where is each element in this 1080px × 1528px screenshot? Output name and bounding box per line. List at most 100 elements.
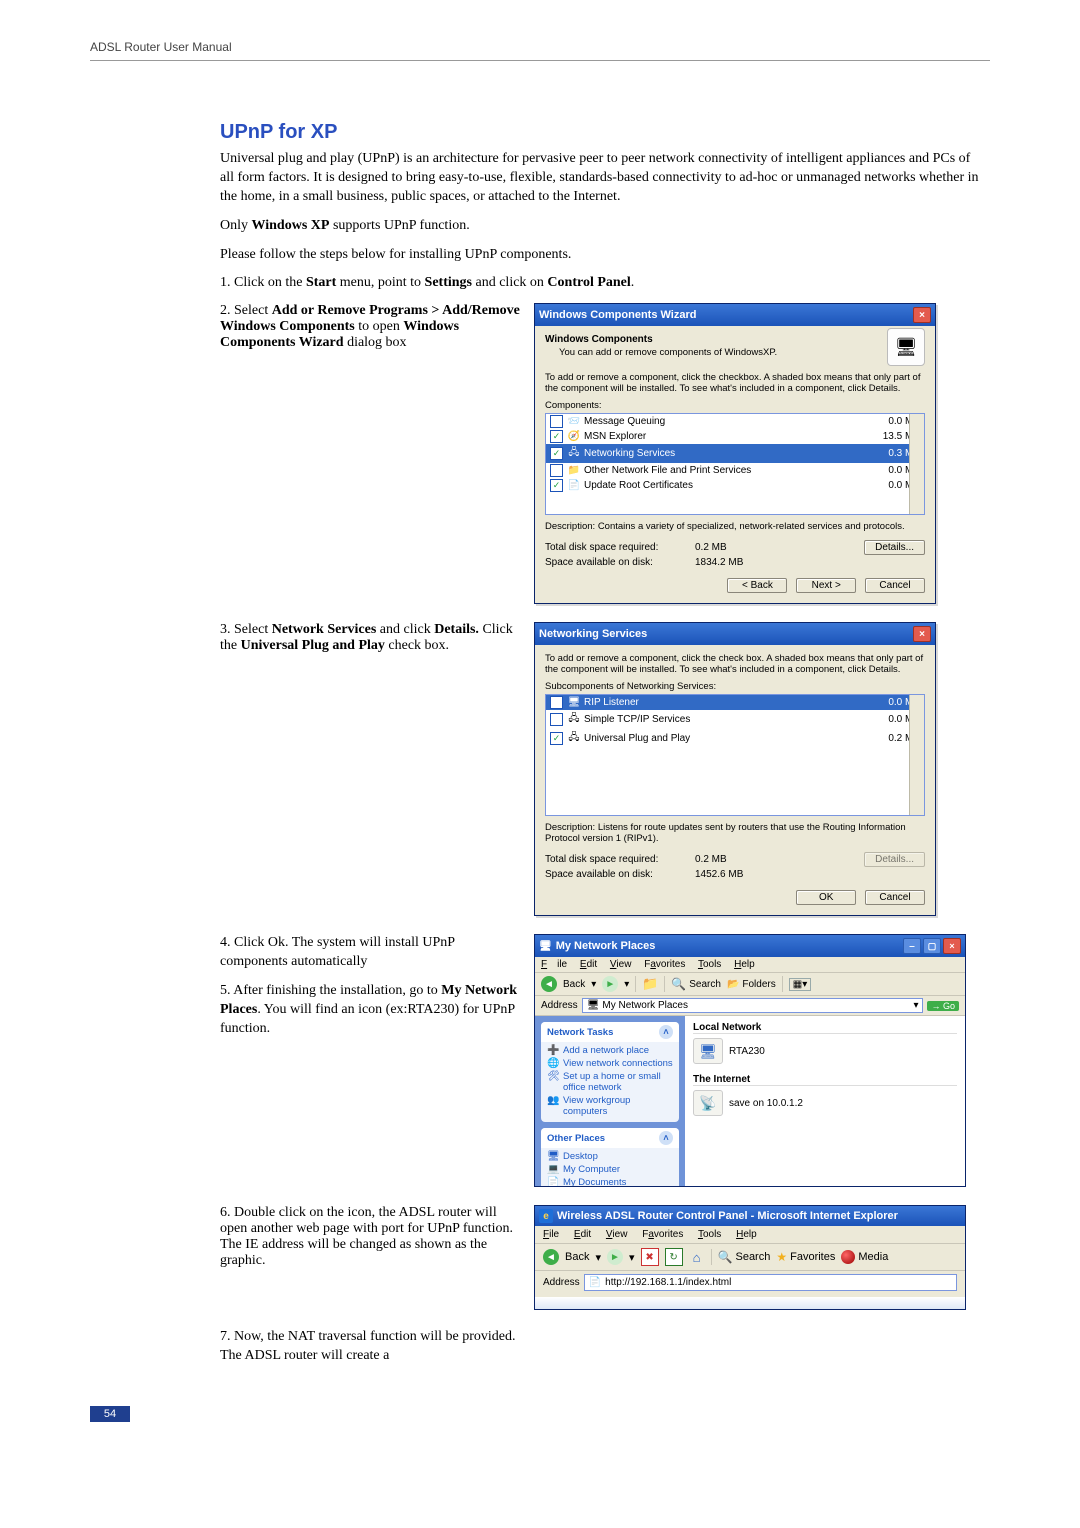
sidebar-item[interactable]: ➕Add a network place — [547, 1044, 673, 1057]
intro-paragraph-1: Universal plug and play (UPnP) is an arc… — [220, 150, 980, 207]
cancel-button[interactable]: Cancel — [865, 890, 925, 905]
components-label: Components: — [545, 400, 925, 411]
device-rta230[interactable]: 🖥RTA230 — [693, 1038, 957, 1064]
group-local-network: Local Network — [693, 1022, 957, 1034]
favorites-button[interactable]: ★Favorites — [776, 1250, 835, 1264]
setup-net-icon: 🛠 — [547, 1071, 559, 1082]
back-icon[interactable]: ◄ — [541, 976, 557, 992]
next-button[interactable]: Next > — [796, 578, 856, 593]
simple-tcpip-icon: 🖧 — [567, 711, 581, 728]
folder-icon: 🖥 — [539, 941, 552, 952]
my-computer-icon: 💻 — [547, 1164, 559, 1175]
checkbox[interactable] — [550, 713, 563, 726]
menu-file: File — [541, 959, 567, 970]
disk-required-value: 0.2 MB — [695, 542, 775, 553]
refresh-icon[interactable]: ↻ — [665, 1248, 683, 1266]
checkbox[interactable] — [550, 415, 563, 428]
components-list[interactable]: 📨Message Queuing0.0 MB 🧭MSN Explorer13.5… — [545, 413, 925, 515]
minimize-icon[interactable]: ‒ — [903, 938, 921, 954]
forward-icon[interactable]: ► — [607, 1249, 623, 1265]
sidebar-item[interactable]: 🌐View network connections — [547, 1057, 673, 1070]
sidebar-item[interactable]: 🖥Desktop — [547, 1150, 673, 1163]
maximize-icon[interactable]: ▢ — [923, 938, 941, 954]
details-button[interactable]: Details... — [864, 540, 925, 555]
home-icon[interactable]: ⌂ — [689, 1249, 705, 1265]
sidebar-item[interactable]: 📄My Documents — [547, 1176, 673, 1186]
subcomponents-label: Subcomponents of Networking Services: — [545, 681, 925, 692]
window-title: My Network Places — [556, 940, 903, 952]
step-3: 3. Select Network Services and click Det… — [220, 622, 520, 654]
folders-icon: 📂 — [727, 979, 739, 990]
menu-help: Help — [736, 1229, 757, 1240]
checkbox[interactable] — [550, 464, 563, 477]
media-button[interactable]: Media — [841, 1250, 888, 1264]
step-1: 1. Click on the Start menu, point to Set… — [220, 274, 980, 293]
menu-tools: Tools — [698, 959, 721, 970]
close-icon[interactable]: × — [913, 626, 931, 642]
explorer-main: Local Network 🖥RTA230 The Internet 📡save… — [685, 1016, 965, 1186]
dialog-subtext: You can add or remove components of Wind… — [559, 347, 925, 358]
my-documents-icon: 📄 — [547, 1177, 559, 1186]
toolbar[interactable]: ◄ Back▾ ►▾ 📁 🔍Search 📂Folders ▦▾ — [535, 973, 965, 996]
msn-explorer-icon: 🧭 — [567, 431, 581, 442]
stop-icon[interactable]: ✖ — [641, 1248, 659, 1266]
dialog-hint: To add or remove a component, click the … — [545, 372, 925, 394]
folders-button[interactable]: 📂Folders — [727, 979, 776, 990]
checkbox[interactable] — [550, 447, 563, 460]
chevron-up-icon[interactable]: ˄ — [659, 1025, 673, 1039]
ok-button[interactable]: OK — [796, 890, 856, 905]
sidebar-item[interactable]: 👥View workgroup computers — [547, 1094, 673, 1118]
checkbox[interactable] — [550, 696, 563, 709]
section-title: UPnP for XP — [220, 121, 980, 144]
intro-paragraph-3: Please follow the steps below for instal… — [220, 246, 980, 265]
network-tasks-panel: Network Tasks˄ ➕Add a network place 🌐Vie… — [541, 1022, 679, 1122]
checkbox[interactable] — [550, 479, 563, 492]
desktop-icon: 🖥 — [547, 1151, 559, 1162]
url-text: http://192.168.1.1/index.html — [605, 1277, 731, 1288]
device-save[interactable]: 📡save on 10.0.1.2 — [693, 1090, 957, 1116]
subcomponents-list[interactable]: 🖥RIP Listener0.0 MB 🖧Simple TCP/IP Servi… — [545, 694, 925, 816]
address-bar[interactable]: Address 🖥My Network Places▾ → Go — [535, 996, 965, 1016]
search-button[interactable]: 🔍Search — [718, 1250, 771, 1264]
ie-window-snippet: e Wireless ADSL Router Control Panel - M… — [534, 1205, 966, 1310]
search-icon: 🔍 — [671, 977, 686, 991]
sidebar-item[interactable]: 💻My Computer — [547, 1163, 673, 1176]
close-icon[interactable]: × — [943, 938, 961, 954]
star-icon: ★ — [776, 1250, 787, 1264]
media-icon — [841, 1250, 855, 1264]
cancel-button[interactable]: Cancel — [865, 578, 925, 593]
device-icon: 🖥 — [693, 1038, 723, 1064]
address-bar[interactable]: Address 📄http://192.168.1.1/index.html — [535, 1271, 965, 1297]
checkbox[interactable] — [550, 430, 563, 443]
menu-bar[interactable]: File Edit View Favorites Tools Help — [535, 957, 965, 973]
ie-icon: e — [539, 1209, 553, 1223]
chevron-up-icon[interactable]: ˄ — [659, 1131, 673, 1145]
menu-file: File — [543, 1229, 559, 1240]
menu-favorites: Favorites — [642, 1229, 683, 1240]
menu-favorites: Favorites — [644, 959, 685, 970]
menu-bar[interactable]: File Edit View Favorites Tools Help — [535, 1226, 965, 1244]
up-icon[interactable]: 📁 — [642, 976, 658, 992]
networking-services-icon: 🖧 — [567, 445, 581, 462]
disk-available-value: 1834.2 MB — [695, 557, 775, 568]
go-button[interactable]: → Go — [927, 1001, 959, 1011]
dialog-title: Windows Components Wizard — [539, 309, 913, 321]
close-icon[interactable]: × — [913, 307, 931, 323]
network-places-icon: 🖥 — [587, 1000, 600, 1011]
other-places-panel: Other Places˄ 🖥Desktop 💻My Computer 📄My … — [541, 1128, 679, 1186]
window-title: Wireless ADSL Router Control Panel - Mic… — [557, 1210, 961, 1222]
back-icon[interactable]: ◄ — [543, 1249, 559, 1265]
menu-tools: Tools — [698, 1229, 721, 1240]
back-button[interactable]: < Back — [727, 578, 787, 593]
views-icon[interactable]: ▦▾ — [789, 978, 811, 991]
forward-icon[interactable]: ► — [602, 976, 618, 992]
upnp-icon: 🖧 — [567, 730, 581, 747]
search-button[interactable]: 🔍Search — [671, 977, 721, 991]
details-button[interactable]: Details... — [864, 852, 925, 867]
other-net-icon: 📁 — [567, 465, 581, 476]
menu-edit: Edit — [580, 959, 597, 970]
checkbox[interactable] — [550, 732, 563, 745]
description-text: Contains a variety of specialized, netwo… — [598, 521, 905, 532]
sidebar-item[interactable]: 🛠Set up a home or small office network — [547, 1070, 673, 1094]
toolbar[interactable]: ◄ Back ▾ ► ▾ ✖ ↻ ⌂ 🔍Search ★Favorites Me… — [535, 1244, 965, 1271]
